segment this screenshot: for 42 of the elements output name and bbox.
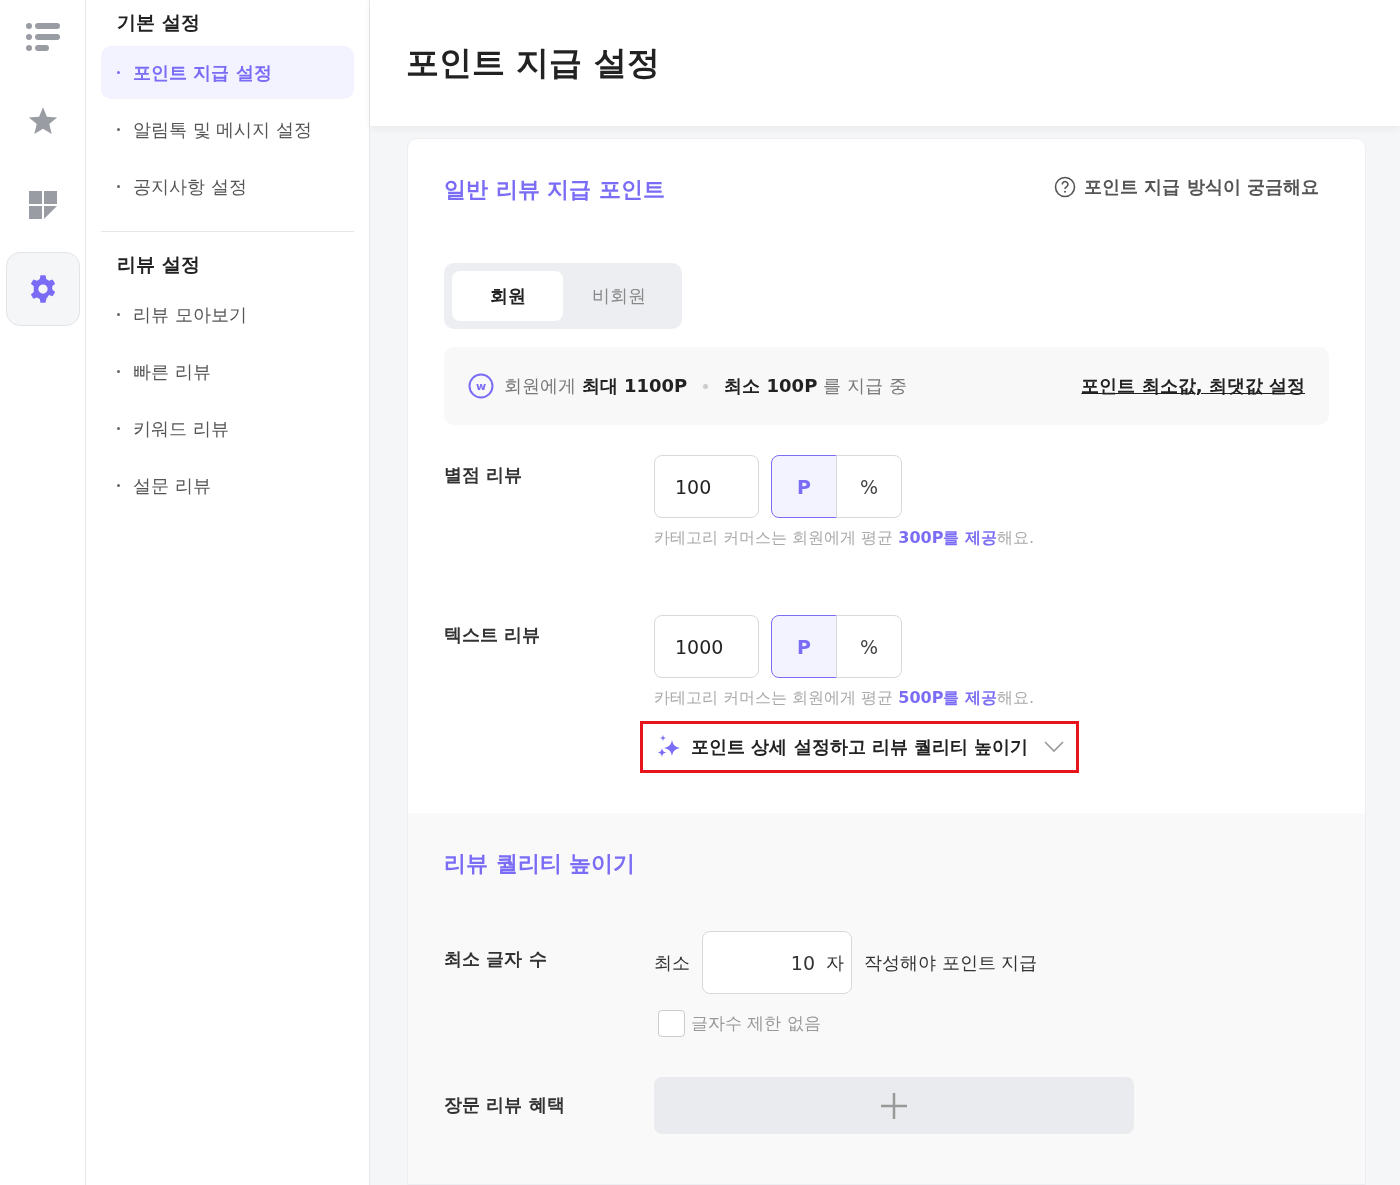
sidebar-section-title: 기본 설정 [116, 10, 201, 35]
field-label: 별점 리뷰 [444, 463, 524, 487]
sidebar-item[interactable]: 알림톡 및 메시지 설정 [101, 103, 354, 156]
point-badge-icon: w [468, 373, 494, 399]
sidebar-section-title: 리뷰 설정 [116, 252, 201, 277]
prefix-text: 최소 [654, 950, 690, 975]
chevron-icon [1044, 741, 1065, 753]
page-title: 포인트 지급 설정 [406, 41, 660, 84]
plus-icon [880, 1091, 908, 1120]
help-link[interactable]: 포인트 지급 방식이 궁금해요 [1054, 175, 1319, 199]
sidebar-item[interactable]: 포인트 지급 설정 [101, 46, 354, 99]
point-input[interactable]: 1000 [654, 615, 759, 678]
summary-text: 최소 100P 를 지급 중 [724, 374, 907, 398]
sidebar-item[interactable]: 설문 리뷰 [101, 459, 354, 512]
unit-toggle[interactable]: % [836, 615, 902, 678]
sidebar-item[interactable]: 빠른 리뷰 [101, 345, 354, 398]
help-icon [1054, 176, 1077, 198]
expand-button[interactable]: 포인트 상세 설정하고 리뷰 퀄리티 높이기 [640, 721, 1080, 773]
section-title: 리뷰 퀄리티 높이기 [444, 850, 637, 878]
point-input[interactable]: 100 [654, 455, 759, 518]
section-title: 일반 리뷰 지급 포인트 [444, 176, 665, 204]
unit-toggle[interactable]: P [771, 615, 837, 678]
star-icon [27, 106, 58, 136]
unit-toggle[interactable]: % [836, 455, 902, 518]
separator-dot [703, 383, 709, 389]
sidebar-item[interactable]: 공지사항 설정 [101, 160, 354, 213]
unit-text: 자 [826, 950, 844, 975]
hint-text: 카테고리 커머스는 회원에게 평균 500P를 제공해요. [654, 688, 1036, 709]
hint-text: 카테고리 커머스는 회원에게 평균 300P를 제공해요. [654, 528, 1035, 549]
unit-toggle[interactable]: P [771, 455, 837, 518]
min-max-link[interactable]: 포인트 최소값, 최댓값 설정 [1081, 374, 1305, 398]
field-label: 장문 리뷰 혜택 [444, 1093, 566, 1117]
suffix-text: 작성해야 포인트 지급 [864, 950, 1038, 975]
field-label: 최소 글자 수 [444, 947, 548, 971]
field-label: 텍스트 리뷰 [444, 623, 542, 647]
rail-button[interactable] [5, 252, 80, 326]
sidebar-item[interactable]: 키워드 리뷰 [101, 402, 354, 455]
dashboard-icon [28, 191, 57, 219]
summary-text: 회원에게 최대 1100P [504, 374, 688, 398]
tab[interactable]: 회원 [452, 271, 563, 321]
list-icon [25, 22, 60, 52]
sidebar-item[interactable]: 리뷰 모아보기 [101, 288, 354, 341]
